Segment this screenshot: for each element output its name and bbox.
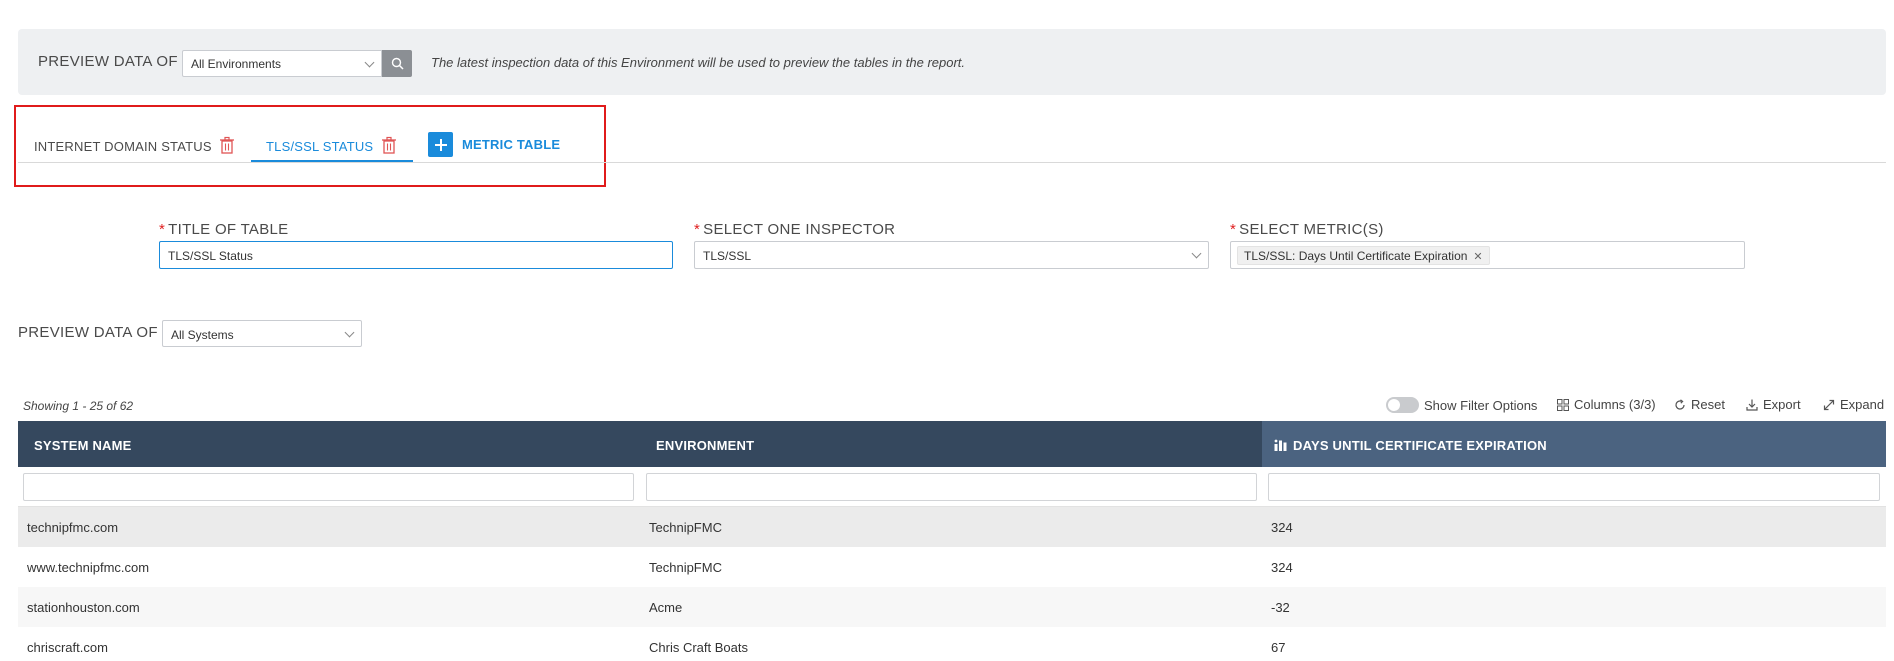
- table-row[interactable]: chriscraft.com Chris Craft Boats 67: [18, 627, 1886, 661]
- pagination-summary: Showing 1 - 25 of 62: [23, 399, 134, 413]
- table-row[interactable]: www.technipfmc.com TechnipFMC 324: [18, 547, 1886, 587]
- preview-env-label: PREVIEW DATA OF: [38, 53, 178, 70]
- cell-days: 324: [1271, 560, 1293, 575]
- cell-system-name: chriscraft.com: [27, 640, 108, 655]
- show-filter-label: Show Filter Options: [1424, 397, 1538, 413]
- environment-select[interactable]: All Environments: [182, 50, 382, 77]
- cell-environment: TechnipFMC: [649, 520, 722, 535]
- title-of-table-label: * TITLE OF TABLE: [159, 221, 288, 238]
- chevron-down-icon: [344, 327, 355, 338]
- filter-system-name-input[interactable]: [23, 473, 634, 501]
- refresh-icon: [1675, 398, 1685, 410]
- remove-tag-icon[interactable]: ✕: [1473, 251, 1482, 263]
- filter-days-input[interactable]: [1268, 473, 1880, 501]
- delete-tab-tls-ssl-icon[interactable]: [381, 136, 397, 154]
- system-select-value: All Systems: [171, 328, 234, 342]
- grid-icon: [1557, 398, 1569, 411]
- bar-chart-icon: [1274, 439, 1287, 451]
- select-metrics-label-text: SELECT METRIC(S): [1239, 221, 1384, 238]
- plus-icon: [434, 138, 447, 151]
- cell-system-name: technipfmc.com: [27, 520, 119, 535]
- table-header: SYSTEM NAME ENVIRONMENT DAYS UNTIL CERTI…: [18, 421, 1886, 467]
- cell-environment: Acme: [649, 600, 683, 615]
- expand-icon: [1823, 399, 1835, 410]
- data-table: SYSTEM NAME ENVIRONMENT DAYS UNTIL CERTI…: [18, 421, 1886, 661]
- table-row[interactable]: technipfmc.com TechnipFMC 324: [18, 507, 1886, 547]
- export-button[interactable]: Export: [1746, 397, 1801, 412]
- cell-days: 67: [1271, 640, 1286, 655]
- select-inspector-label: * SELECT ONE INSPECTOR: [694, 221, 895, 238]
- add-metric-table-label[interactable]: METRIC TABLE: [462, 137, 560, 152]
- required-mark: *: [1230, 221, 1237, 238]
- active-tab-indicator: [251, 160, 413, 162]
- chevron-down-icon: [364, 57, 375, 68]
- column-header-environment[interactable]: ENVIRONMENT: [640, 421, 1262, 467]
- cell-environment: Chris Craft Boats: [649, 640, 748, 655]
- days-header-label: DAYS UNTIL CERTIFICATE EXPIRATION: [1293, 438, 1547, 453]
- export-label: Export: [1763, 397, 1801, 412]
- tab-tls-ssl-status[interactable]: TLS/SSL STATUS: [266, 139, 373, 154]
- filter-environment-input[interactable]: [646, 473, 1257, 501]
- columns-label: Columns (3/3): [1574, 397, 1656, 412]
- table-row[interactable]: stationhouston.com Acme -32: [18, 587, 1886, 627]
- metric-tag: TLS/SSL: Days Until Certificate Expirati…: [1237, 246, 1490, 265]
- cell-system-name: www.technipfmc.com: [27, 560, 150, 575]
- download-icon: [1746, 399, 1758, 411]
- cell-system-name: stationhouston.com: [27, 600, 140, 615]
- inspector-select-value: TLS/SSL: [703, 249, 752, 263]
- metric-tag-label: TLS/SSL: Days Until Certificate Expirati…: [1244, 249, 1468, 263]
- show-filter-toggle[interactable]: Show Filter Options: [1386, 397, 1537, 413]
- search-icon: [391, 57, 404, 70]
- environment-select-value: All Environments: [191, 57, 282, 71]
- delete-tab-internet-domain-icon[interactable]: [219, 136, 235, 154]
- select-metrics-label: * SELECT METRIC(S): [1230, 221, 1384, 238]
- expand-label: Expand: [1840, 397, 1885, 412]
- tabs-divider: [18, 162, 1886, 163]
- cell-environment: TechnipFMC: [649, 560, 722, 575]
- toggle-switch[interactable]: [1386, 397, 1419, 413]
- select-inspector-label-text: SELECT ONE INSPECTOR: [703, 221, 896, 238]
- add-metric-table-button[interactable]: [428, 132, 453, 157]
- reset-button[interactable]: Reset: [1674, 397, 1725, 412]
- preview-env-note: The latest inspection data of this Envir…: [431, 55, 966, 70]
- reset-label: Reset: [1691, 397, 1725, 412]
- title-of-table-label-text: TITLE OF TABLE: [168, 221, 289, 238]
- metrics-multiselect[interactable]: TLS/SSL: Days Until Certificate Expirati…: [1230, 241, 1745, 269]
- cell-days: 324: [1271, 520, 1293, 535]
- column-header-system-name[interactable]: SYSTEM NAME: [18, 421, 640, 467]
- required-mark: *: [694, 221, 701, 238]
- preview-environment-bar: PREVIEW DATA OF All Environments The lat…: [18, 29, 1886, 95]
- preview-system-label: PREVIEW DATA OF: [18, 324, 158, 341]
- expand-button[interactable]: Expand: [1823, 397, 1884, 412]
- system-select[interactable]: All Systems: [162, 320, 362, 347]
- cell-days: -32: [1271, 600, 1290, 615]
- inspector-select[interactable]: TLS/SSL: [694, 241, 1209, 269]
- title-of-table-input[interactable]: TLS/SSL Status: [159, 241, 673, 269]
- search-button[interactable]: [382, 50, 412, 77]
- table-filter-row: [18, 467, 1886, 507]
- columns-button[interactable]: Columns (3/3): [1557, 397, 1656, 412]
- title-of-table-value: TLS/SSL Status: [168, 249, 253, 263]
- tab-internet-domain-status[interactable]: INTERNET DOMAIN STATUS: [34, 139, 212, 154]
- column-header-days-until-expiration[interactable]: DAYS UNTIL CERTIFICATE EXPIRATION: [1262, 421, 1886, 467]
- chevron-down-icon: [1191, 248, 1202, 259]
- required-mark: *: [159, 221, 166, 238]
